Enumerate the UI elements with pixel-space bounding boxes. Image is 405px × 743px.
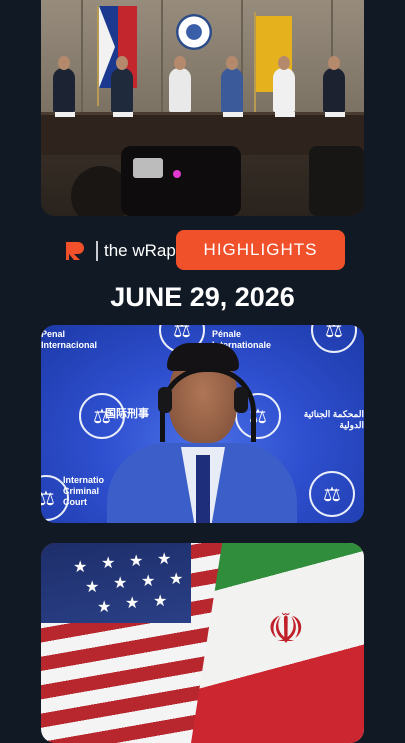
- panelist: [53, 56, 75, 112]
- star-icon: ★: [85, 579, 100, 596]
- star-icon: ★: [97, 599, 112, 616]
- scales-emblem-icon: ⚖: [309, 471, 355, 517]
- video-camera: [121, 146, 241, 216]
- news-thumbnail-icc[interactable]: Penal Internacional Pénale International…: [41, 325, 364, 523]
- star-icon: ★: [73, 559, 88, 576]
- brand-name: the wRap: [104, 241, 176, 260]
- nameplate: [223, 112, 243, 117]
- seal-icon: [176, 14, 212, 50]
- star-icon: ★: [125, 595, 140, 612]
- panelist: [169, 56, 191, 112]
- star-icon: ★: [101, 555, 116, 572]
- rappler-logo-icon: [66, 242, 84, 260]
- episode-date: JUNE 29, 2026: [110, 282, 295, 312]
- panelist: [111, 56, 133, 112]
- person-tie: [196, 455, 210, 523]
- icc-backdrop-text: المحكمة الجنائية الدولية: [303, 409, 364, 430]
- star-icon: ★: [153, 593, 168, 610]
- camera-light: [173, 170, 181, 178]
- brand-separator: [96, 241, 98, 261]
- nameplate: [113, 112, 133, 117]
- highlights-badge: HIGHLIGHTS: [176, 230, 345, 270]
- iran-emblem-icon: ☫: [267, 605, 305, 652]
- star-icon: ★: [141, 573, 156, 590]
- star-icon: ★: [169, 571, 184, 588]
- star-icon: ★: [157, 551, 172, 568]
- camera-lens: [133, 158, 163, 178]
- panelist: [323, 56, 345, 112]
- video-camera: [309, 146, 364, 216]
- star-icon: ★: [113, 575, 128, 592]
- nameplate: [275, 112, 295, 117]
- icc-backdrop-text: Penal Internacional: [41, 329, 98, 350]
- earcup: [158, 387, 172, 413]
- nameplate: [325, 112, 345, 117]
- earcup: [234, 387, 248, 413]
- news-thumbnail-press-conference[interactable]: [41, 0, 364, 216]
- panelist: [273, 56, 295, 112]
- news-thumbnail-us-iran[interactable]: ★ ★ ★ ★ ★ ★ ★ ★ ★ ★ ★ ☫: [41, 543, 364, 743]
- panelist: [221, 56, 243, 112]
- nameplate: [55, 112, 75, 117]
- icc-backdrop-text: 国际刑事: [105, 408, 149, 420]
- star-icon: ★: [129, 553, 144, 570]
- icc-backdrop-text: Internatio Criminal Court: [63, 475, 105, 507]
